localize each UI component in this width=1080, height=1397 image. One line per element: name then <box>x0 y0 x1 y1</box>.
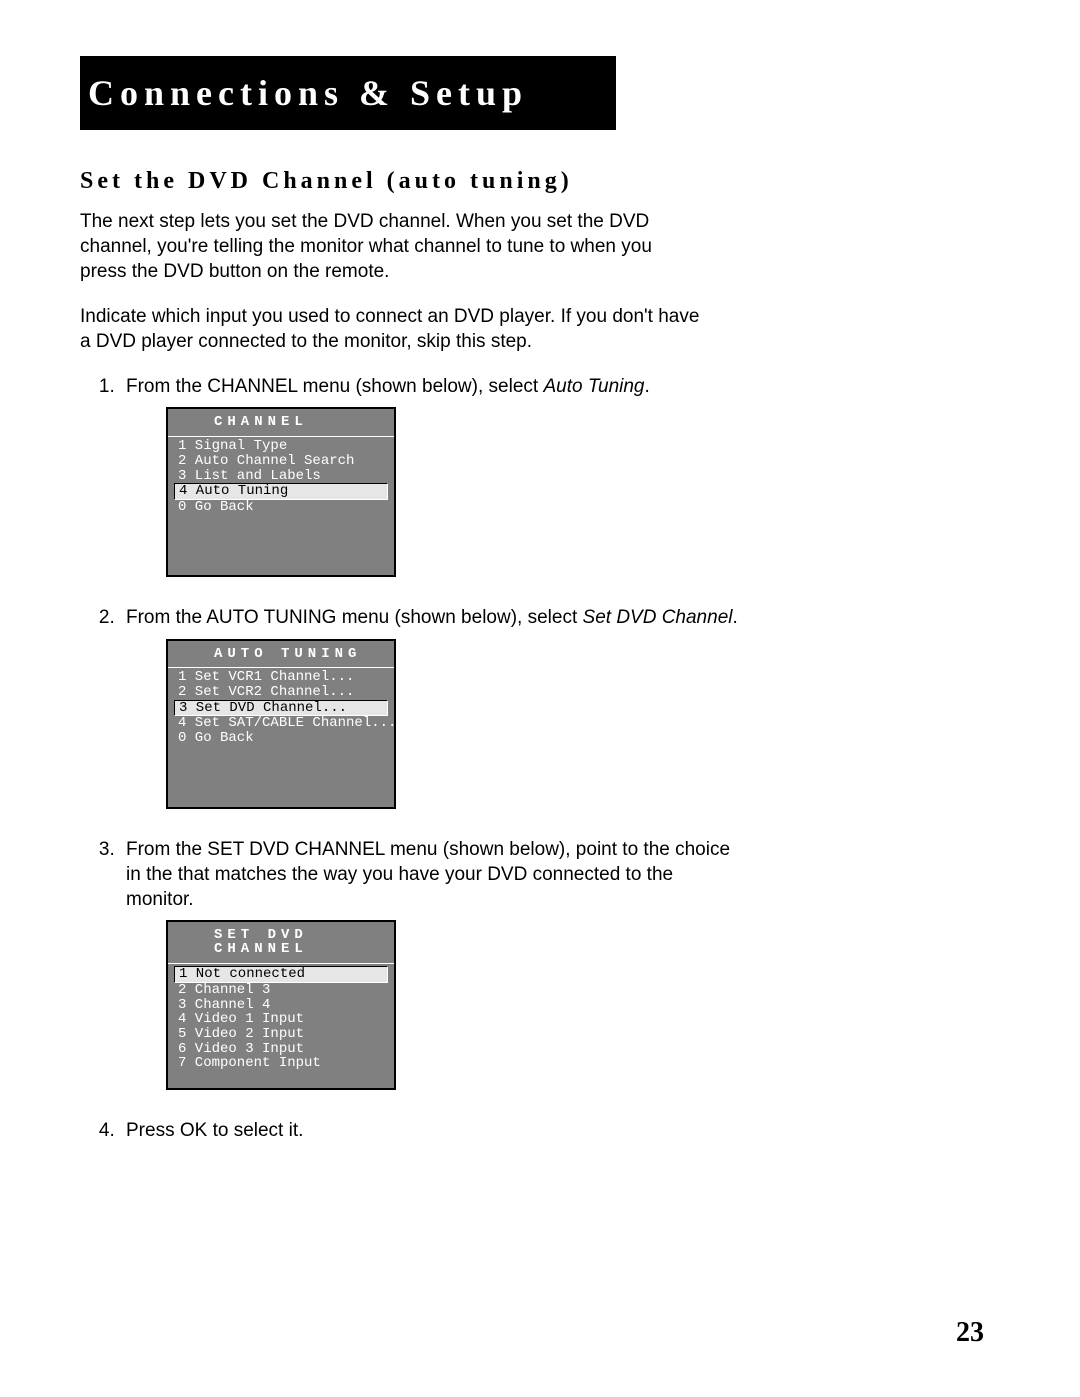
menu-setdvd-title: SET DVD CHANNEL <box>168 922 394 963</box>
step-2: From the AUTO TUNING menu (shown below),… <box>120 605 740 808</box>
page: Connections & Setup Set the DVD Channel … <box>0 0 1080 1397</box>
menu-channel-body: 1 Signal Type2 Auto Channel Search3 List… <box>168 436 394 514</box>
menu-setdvd-item[interactable]: 2 Channel 3 <box>168 983 394 998</box>
step-3: From the SET DVD CHANNEL menu (shown bel… <box>120 837 740 1090</box>
menu-channel-title: CHANNEL <box>168 409 394 436</box>
menu-autotuning-wrap: AUTO TUNING1 Set VCR1 Channel...2 Set VC… <box>166 639 740 809</box>
step-1: From the CHANNEL menu (shown below), sel… <box>120 374 740 577</box>
menu-setdvd-item[interactable]: 4 Video 1 Input <box>168 1012 394 1027</box>
step-1-text-post: . <box>645 376 650 397</box>
menu-channel-wrap: CHANNEL1 Signal Type2 Auto Channel Searc… <box>166 407 740 577</box>
menu-setdvd-item[interactable]: 5 Video 2 Input <box>168 1027 394 1042</box>
step-2-text-pre: From the AUTO TUNING menu (shown below),… <box>126 607 583 628</box>
menu-autotuning-item-selected[interactable]: 3 Set DVD Channel... <box>174 700 388 717</box>
step-2-text-post: . <box>732 607 737 628</box>
section-title: Set the DVD Channel (auto tuning) <box>80 168 1000 195</box>
menu-setdvd-item[interactable]: 3 Channel 4 <box>168 998 394 1013</box>
menu-channel-item[interactable]: 1 Signal Type <box>168 439 394 454</box>
steps-list: From the CHANNEL menu (shown below), sel… <box>80 374 740 1142</box>
menu-channel-item-selected[interactable]: 4 Auto Tuning <box>174 483 388 500</box>
menu-autotuning-title: AUTO TUNING <box>168 641 394 668</box>
intro-paragraph-2: Indicate which input you used to connect… <box>80 304 700 354</box>
step-2-emphasis: Set DVD Channel <box>583 607 733 628</box>
step-4: Press OK to select it. <box>120 1118 740 1143</box>
step-3-text: From the SET DVD CHANNEL menu (shown bel… <box>126 839 730 910</box>
menu-autotuning-item[interactable]: 1 Set VCR1 Channel... <box>168 670 394 685</box>
page-number: 23 <box>956 1317 984 1349</box>
menu-setdvd-item[interactable]: 6 Video 3 Input <box>168 1042 394 1057</box>
menu-setdvd-item[interactable]: 7 Component Input <box>168 1056 394 1071</box>
menu-channel: CHANNEL1 Signal Type2 Auto Channel Searc… <box>166 407 396 577</box>
step-1-text-pre: From the CHANNEL menu (shown below), sel… <box>126 376 543 397</box>
menu-autotuning-item[interactable]: 2 Set VCR2 Channel... <box>168 685 394 700</box>
intro-paragraph-1: The next step lets you set the DVD chann… <box>80 209 700 284</box>
step-1-emphasis: Auto Tuning <box>543 376 644 397</box>
menu-autotuning-item[interactable]: 0 Go Back <box>168 731 394 746</box>
menu-setdvd-wrap: SET DVD CHANNEL1 Not connected2 Channel … <box>166 920 740 1090</box>
menu-autotuning-body: 1 Set VCR1 Channel...2 Set VCR2 Channel.… <box>168 667 394 745</box>
menu-autotuning: AUTO TUNING1 Set VCR1 Channel...2 Set VC… <box>166 639 396 809</box>
menu-setdvd: SET DVD CHANNEL1 Not connected2 Channel … <box>166 920 396 1090</box>
menu-setdvd-item-selected[interactable]: 1 Not connected <box>174 966 388 983</box>
menu-setdvd-body: 1 Not connected2 Channel 33 Channel 44 V… <box>168 963 394 1071</box>
menu-autotuning-item[interactable]: 4 Set SAT/CABLE Channel... <box>168 716 394 731</box>
step-4-text: Press OK to select it. <box>126 1120 303 1141</box>
menu-channel-item[interactable]: 3 List and Labels <box>168 469 394 484</box>
menu-channel-item[interactable]: 0 Go Back <box>168 500 394 515</box>
menu-channel-item[interactable]: 2 Auto Channel Search <box>168 454 394 469</box>
chapter-banner: Connections & Setup <box>80 56 616 130</box>
